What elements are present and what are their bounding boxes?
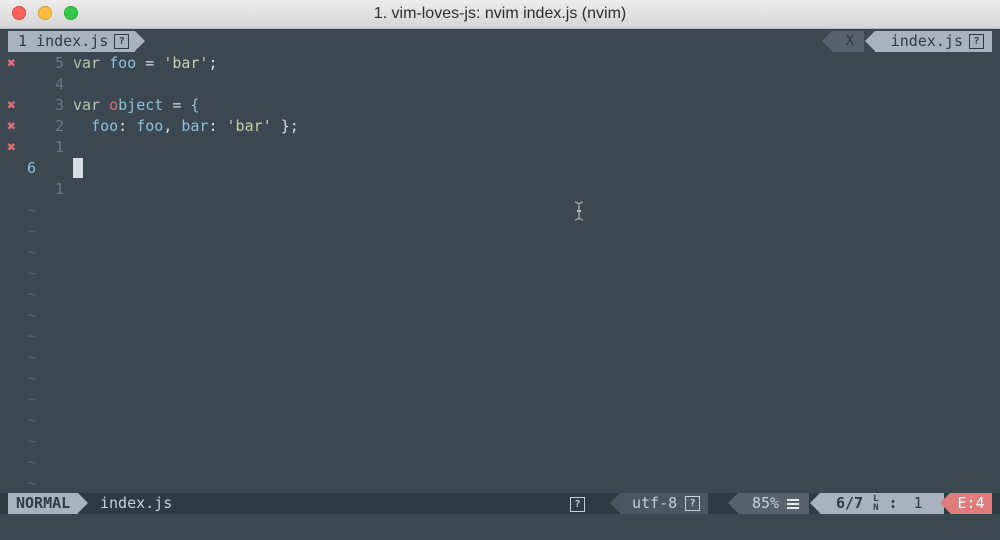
line-number: 5 [54, 54, 64, 72]
code-token: o [109, 96, 119, 114]
code-token: 'bar' [226, 117, 272, 135]
code-token: = [163, 96, 191, 114]
code-text: foo: foo, bar: 'bar' }; [73, 116, 299, 137]
ibeam-cursor-icon [574, 201, 584, 221]
empty-line-tilde: ~ [27, 306, 37, 324]
unknown-filetype-icon: ? [114, 34, 130, 49]
editor-line[interactable]: ✖ 5 var foo = 'bar'; [0, 53, 1000, 74]
error-sign-icon: ✖ [7, 54, 17, 72]
code-token: 'bar' [163, 54, 209, 72]
position-segment: 6/7 L N : 1 [810, 493, 944, 514]
window-title: 1. vim-loves-js: nvim index.js (nvim) [373, 5, 627, 22]
editor-line[interactable]: 4 [0, 74, 1000, 95]
code-token: ; [208, 54, 218, 72]
line-number: 6 [26, 159, 36, 177]
line-number: 4 [54, 75, 64, 93]
code-token: }; [271, 117, 299, 135]
code-token: foo [136, 117, 164, 135]
editor-line[interactable]: ✖ 2 foo: foo, bar: 'bar' }; [0, 116, 1000, 137]
error-sign-icon: ✖ [7, 96, 17, 114]
empty-line-tilde: ~ [27, 222, 37, 240]
code-text: var object = { [73, 95, 199, 116]
terminal-area[interactable]: 1 index.js ? X index.js ? ✖ 5 var foo = 'b… [0, 29, 1000, 540]
empty-line-tilde: ~ [27, 390, 37, 408]
empty-line-tilde: ~ [27, 411, 37, 429]
empty-line-tilde: ~ [27, 369, 37, 387]
empty-line-tilde: ~ [27, 264, 37, 282]
percent-segment: 85% [727, 493, 810, 514]
buffer-label: index.js [890, 32, 963, 50]
status-filename: index.js [100, 494, 173, 512]
column-separator: : [888, 494, 898, 512]
empty-line-tilde: ~ [27, 201, 37, 219]
code-text: var foo = 'bar'; [73, 53, 218, 74]
line-number: 1 [54, 180, 64, 198]
editor-line[interactable]: ✖ 1 [0, 137, 1000, 158]
scroll-percent: 85% [752, 494, 780, 512]
code-token: bar [181, 117, 209, 135]
tab-label: 1 index.js [18, 32, 109, 50]
encoding-segment: utf-8 ? [609, 493, 709, 514]
code-token: { [190, 96, 200, 114]
unknown-filetype-icon: ? [969, 34, 984, 49]
code-token: var [73, 54, 101, 72]
mode-indicator: NORMAL [8, 493, 89, 514]
tab-index-js[interactable]: 1 index.js ? [8, 31, 146, 52]
line-position: 6/7 [836, 494, 864, 512]
line-number: 1 [54, 138, 64, 156]
ln-glyph-bottom: N [873, 502, 879, 513]
filetype-icon: ? [570, 497, 585, 512]
line-number: 2 [54, 117, 64, 135]
close-buffer-button[interactable]: X [821, 31, 864, 52]
line-number: 3 [54, 96, 64, 114]
window-titlebar: 1. vim-loves-js: nvim index.js (nvim) [0, 0, 1000, 29]
text-cursor [73, 158, 83, 178]
code-token: bject [118, 96, 164, 114]
error-count-badge: E:4 [940, 493, 992, 514]
tabline: 1 index.js ? X index.js ? [0, 31, 1000, 52]
code-token: foo [91, 117, 119, 135]
editor-line[interactable]: ✖ 3 var object = { [0, 95, 1000, 116]
code-token: var [73, 96, 101, 114]
empty-line-tilde: ~ [27, 285, 37, 303]
buffer-index-js[interactable]: index.js ? [864, 31, 992, 52]
encoding-text: utf-8 [632, 494, 678, 512]
editor-line[interactable]: 1 [0, 179, 1000, 200]
empty-line-tilde: ~ [27, 474, 37, 492]
code-token: , [163, 117, 182, 135]
empty-line-tilde: ~ [27, 453, 37, 471]
empty-line-tilde: ~ [27, 243, 37, 261]
code-token: = [136, 54, 164, 72]
command-line[interactable] [0, 514, 1000, 540]
code-token: : [118, 117, 137, 135]
statusline: NORMAL index.js ? utf-8 ? 85% 6/7 L N : … [0, 493, 1000, 514]
column-number: 1 [913, 494, 923, 512]
code-text [73, 158, 83, 179]
editor-line[interactable]: 6 [0, 158, 1000, 179]
empty-line-tilde: ~ [27, 348, 37, 366]
empty-line-tilde: ~ [27, 432, 37, 450]
error-sign-icon: ✖ [7, 138, 17, 156]
code-token: foo [109, 54, 137, 72]
error-sign-icon: ✖ [7, 117, 17, 135]
line-number-icon: L N [873, 494, 879, 513]
code-token: : [208, 117, 227, 135]
fileformat-icon: ? [685, 496, 701, 511]
lines-icon [787, 498, 800, 509]
empty-line-tilde: ~ [27, 327, 37, 345]
